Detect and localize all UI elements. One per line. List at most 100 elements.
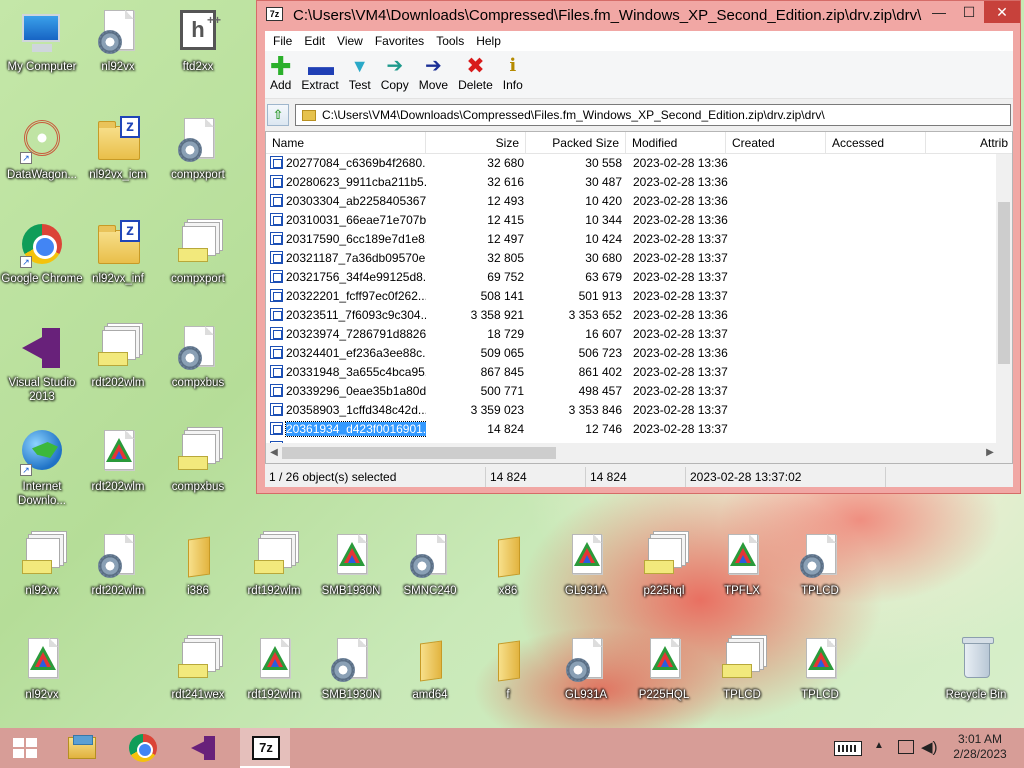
- desktop-icon[interactable]: amd64: [388, 632, 472, 724]
- desktop-icon[interactable]: h ftd2xx: [156, 3, 240, 96]
- menu-tools[interactable]: Tools: [430, 31, 470, 51]
- delete-button[interactable]: ✖ Delete: [455, 51, 496, 93]
- file-row[interactable]: 20323511_7f6093c9c304... 3 358 921 3 353 6…: [266, 306, 998, 325]
- desktop-icon[interactable]: rdt192wlm: [232, 632, 316, 724]
- desktop-icon[interactable]: p225hql: [622, 528, 706, 620]
- desktop-icon[interactable]: ↗ Google Chrome: [0, 216, 84, 308]
- column-attrib[interactable]: Attrib: [926, 132, 1012, 154]
- desktop-icon[interactable]: compxbus: [156, 424, 240, 516]
- menu-file[interactable]: File: [267, 31, 298, 51]
- desktop-icon[interactable]: compxport: [156, 216, 240, 308]
- clock[interactable]: 3:01 AM 2/28/2023: [944, 732, 1016, 762]
- column-packed-size[interactable]: Packed Size: [526, 132, 626, 154]
- taskbar-visual-studio[interactable]: [178, 728, 228, 768]
- desktop-icon[interactable]: TPLCD: [700, 632, 784, 724]
- vertical-scroll-thumb[interactable]: [998, 202, 1010, 364]
- show-hidden-icons-icon[interactable]: ▲: [874, 740, 884, 751]
- volume-icon[interactable]: ◀): [921, 738, 938, 756]
- desktop-icon[interactable]: z nl92vx_inf: [76, 216, 160, 308]
- title-bar[interactable]: 7z C:\Users\VM4\Downloads\Compressed\Fil…: [257, 1, 1020, 31]
- 7zip-file-manager-window[interactable]: 7z C:\Users\VM4\Downloads\Compressed\Fil…: [256, 0, 1021, 494]
- datawagon-icon: ↗: [18, 116, 66, 164]
- menu-view[interactable]: View: [331, 31, 369, 51]
- close-button[interactable]: ✕: [984, 1, 1020, 23]
- desktop-icon[interactable]: rdt241wex: [156, 632, 240, 724]
- desktop-icon[interactable]: nl92vx: [0, 528, 84, 620]
- desktop-icon[interactable]: SMB1930N: [309, 632, 393, 724]
- desktop-icon[interactable]: GL931A: [544, 528, 628, 620]
- file-row[interactable]: 20322201_fcff97ec0f262... 508 141 501 913 2…: [266, 287, 998, 306]
- column-created[interactable]: Created: [726, 132, 826, 154]
- touch-keyboard-icon[interactable]: [834, 741, 862, 756]
- column-modified[interactable]: Modified: [626, 132, 726, 154]
- info-button[interactable]: i Info: [500, 51, 526, 92]
- desktop-icon[interactable]: ↗ DataWagon...: [0, 112, 84, 204]
- file-row[interactable]: 20277084_c6369b4f2680... 32 680 30 558 2023…: [266, 154, 998, 173]
- desktop-icon[interactable]: SMNC240: [388, 528, 472, 620]
- file-row[interactable]: 20358903_1cffd348c42d... 3 359 023 3 353 8…: [266, 401, 998, 420]
- menu-help[interactable]: Help: [470, 31, 507, 51]
- add-button[interactable]: ✚ Add: [267, 51, 294, 92]
- file-packed-size: 30 558: [585, 156, 622, 170]
- file-row[interactable]: 20321187_7a36db09570e... 32 805 30 680 2023…: [266, 249, 998, 268]
- desktop-icon[interactable]: Visual Studio 2013: [0, 320, 84, 412]
- path-input[interactable]: C:\Users\VM4\Downloads\Compressed\Files.…: [295, 104, 1011, 126]
- desktop-icon[interactable]: TPLCD: [778, 632, 862, 724]
- desktop-icon[interactable]: compxbus: [156, 320, 240, 412]
- menu-edit[interactable]: Edit: [298, 31, 331, 51]
- file-size: 12 493: [487, 194, 524, 208]
- menu-favorites[interactable]: Favorites: [369, 31, 430, 51]
- taskbar-chrome[interactable]: [117, 728, 167, 768]
- horizontal-scroll-thumb[interactable]: [282, 447, 556, 459]
- desktop-icon[interactable]: z nl92vx_icm: [76, 112, 160, 204]
- 7zip-app-icon[interactable]: 7z: [266, 7, 283, 21]
- file-modified: 2023-02-28 13:36: [633, 156, 728, 170]
- test-button[interactable]: ▼ Test: [346, 51, 374, 92]
- move-button[interactable]: ➔ Move: [416, 51, 451, 92]
- desktop-icon[interactable]: SMB1930N: [309, 528, 393, 620]
- desktop-icon[interactable]: x86: [466, 528, 550, 620]
- desktop-icon[interactable]: nl92vx: [0, 632, 84, 724]
- minimize-button[interactable]: —: [924, 1, 954, 23]
- desktop-icon[interactable]: rdt192wlm: [232, 528, 316, 620]
- start-button[interactable]: [0, 728, 50, 768]
- desktop-icon[interactable]: compxport: [156, 112, 240, 204]
- extract-button[interactable]: ▬ Extract: [298, 51, 341, 92]
- column-size[interactable]: Size: [426, 132, 526, 154]
- column-accessed[interactable]: Accessed: [826, 132, 926, 154]
- file-row[interactable]: 20331948_3a655c4bca95... 867 845 861 402 20…: [266, 363, 998, 382]
- file-row[interactable]: 20321756_34f4e99125d8... 69 752 63 679 2023…: [266, 268, 998, 287]
- horizontal-scrollbar[interactable]: ◀ ▶: [266, 443, 998, 463]
- taskbar-file-explorer[interactable]: [56, 728, 106, 768]
- desktop-icon[interactable]: TPFLX: [700, 528, 784, 620]
- desktop-icon[interactable]: i386: [156, 528, 240, 620]
- file-row[interactable]: 20317590_6cc189e7d1e8... 12 497 10 424 2023…: [266, 230, 998, 249]
- desktop-icon[interactable]: P225HQL: [622, 632, 706, 724]
- file-row[interactable]: 20323974_7286791d8826... 18 729 16 607 2023…: [266, 325, 998, 344]
- desktop-icon[interactable]: GL931A: [544, 632, 628, 724]
- maximize-button[interactable]: ☐: [954, 1, 984, 23]
- desktop-icon[interactable]: My Computer: [0, 4, 84, 96]
- desktop-icon[interactable]: nl92vx: [76, 4, 160, 96]
- desktop-icon[interactable]: f: [466, 632, 550, 724]
- file-list[interactable]: Name Size Packed Size Modified Created A…: [265, 131, 1013, 464]
- desktop-icon[interactable]: Recycle Bin: [934, 632, 1018, 724]
- file-row[interactable]: 20310031_66eae71e707b... 12 415 10 344 2023…: [266, 211, 998, 230]
- network-icon[interactable]: [898, 740, 914, 754]
- file-row[interactable]: 20280623_9911cba211b5... 32 616 30 487 2023…: [266, 173, 998, 192]
- file-row[interactable]: 20303304_ab2258405367... 12 493 10 420 2023…: [266, 192, 998, 211]
- column-name[interactable]: Name: [266, 132, 426, 154]
- file-row[interactable]: 20361934_d423f0016901... 14 824 12 746 2023…: [266, 420, 998, 439]
- file-row[interactable]: 20324401_ef236a3ee88c... 509 065 506 723 20…: [266, 344, 998, 363]
- copy-button[interactable]: ➔ Copy: [378, 51, 412, 92]
- desktop-icon[interactable]: rdt202wlm: [76, 424, 160, 516]
- up-folder-button[interactable]: ⇧: [267, 104, 289, 126]
- file-row[interactable]: 20339296_0eae35b1a80d... 500 771 498 457 20…: [266, 382, 998, 401]
- desktop-icon[interactable]: rdt202wlm: [76, 320, 160, 412]
- vertical-scrollbar[interactable]: [996, 154, 1012, 444]
- desktop-icon[interactable]: ↗ Internet Downlo...: [0, 424, 84, 516]
- taskbar-7zip[interactable]: 7z: [240, 728, 290, 768]
- scroll-left-arrow-icon[interactable]: ◀: [266, 443, 282, 463]
- desktop-icon[interactable]: rdt202wlm: [76, 528, 160, 620]
- desktop-icon[interactable]: TPLCD: [778, 528, 862, 620]
